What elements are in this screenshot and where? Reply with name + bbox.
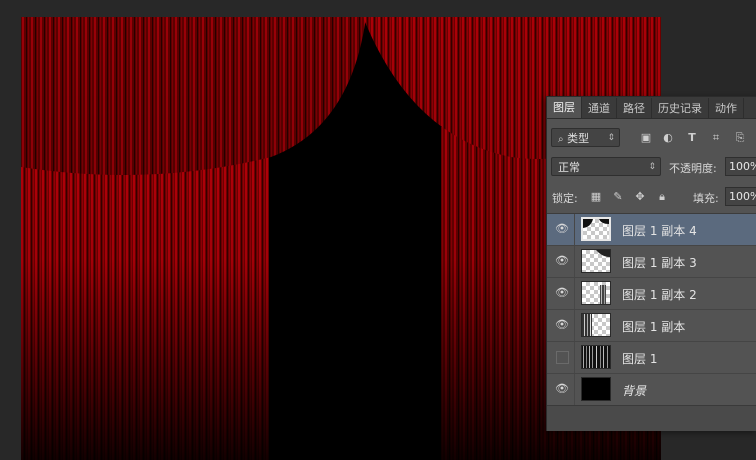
- lock-all-icon[interactable]: 🔒︎: [655, 190, 669, 204]
- layer-thumbnail: [581, 249, 611, 273]
- lock-row: 锁定: ▦ ✎ ✥ 🔒︎ 填充: 100%: [547, 187, 756, 209]
- tab-actions[interactable]: 动作: [709, 98, 744, 118]
- layer-filter-select[interactable]: ⌕ 类型 ⇕: [551, 128, 620, 147]
- type-filter-icon[interactable]: T: [685, 131, 699, 145]
- layer-thumbnail: [581, 281, 611, 305]
- lock-transparent-icon[interactable]: ▦: [589, 190, 603, 204]
- layers-panel: 图层 通道 路径 历史记录 动作 ⌕ 类型 ⇕ ▣ ◐ T ⌗ ⎘ 正常 ⇕ 不…: [546, 96, 756, 431]
- tab-history[interactable]: 历史记录: [652, 98, 709, 118]
- layer-name[interactable]: 图层 1 副本 2: [622, 286, 697, 303]
- eye-icon[interactable]: 👁︎: [555, 286, 569, 300]
- layer-row[interactable]: 图层 1: [547, 342, 756, 374]
- layer-name[interactable]: 图层 1 副本 4: [622, 222, 697, 239]
- image-filter-icon[interactable]: ▣: [639, 131, 653, 145]
- opacity-label: 不透明度:: [669, 162, 717, 175]
- tab-paths[interactable]: 路径: [617, 98, 652, 118]
- filter-value: 类型: [567, 132, 590, 145]
- shape-filter-icon[interactable]: ⌗: [709, 131, 723, 145]
- blend-mode-select[interactable]: 正常 ⇕: [551, 157, 661, 176]
- lock-label: 锁定:: [552, 192, 578, 205]
- layer-thumbnail: [581, 217, 611, 241]
- filter-row: ⌕ 类型 ⇕ ▣ ◐ T ⌗ ⎘: [547, 128, 756, 150]
- lock-position-icon[interactable]: ✥: [633, 190, 647, 204]
- layer-thumbnail: [581, 377, 611, 401]
- eye-icon[interactable]: 👁︎: [555, 318, 569, 332]
- layer-thumbnail: [581, 313, 611, 337]
- layer-row[interactable]: 👁︎ 图层 1 副本 4: [547, 214, 756, 246]
- opacity-input[interactable]: 100%: [725, 157, 756, 176]
- layer-list: 👁︎ 图层 1 副本 4 👁︎ 图层 1 副本 3 👁︎ 图层 1 副本 2 👁: [547, 213, 756, 406]
- fill-label: 填充:: [693, 192, 719, 205]
- panel-footer: [547, 405, 756, 431]
- layer-row[interactable]: 👁︎ 图层 1 副本 3: [547, 246, 756, 278]
- chevron-updown-icon: ⇕: [648, 162, 656, 172]
- smart-object-filter-icon[interactable]: ⎘: [733, 131, 747, 145]
- blend-row: 正常 ⇕ 不透明度: 100%: [547, 157, 756, 179]
- layer-row[interactable]: 👁︎ 图层 1 副本 2: [547, 278, 756, 310]
- adjustment-filter-icon[interactable]: ◐: [661, 131, 675, 145]
- tab-layers[interactable]: 图层: [547, 97, 582, 118]
- search-icon: ⌕: [558, 134, 564, 145]
- layer-row[interactable]: 👁︎ 图层 1 副本: [547, 310, 756, 342]
- eye-icon[interactable]: 👁︎: [555, 382, 569, 396]
- eye-icon[interactable]: 👁︎: [555, 254, 569, 268]
- blend-mode-value: 正常: [558, 161, 580, 174]
- layer-name[interactable]: 背景: [622, 382, 646, 399]
- chevron-updown-icon: ⇕: [607, 133, 615, 143]
- layer-name[interactable]: 图层 1 副本 3: [622, 254, 697, 271]
- layer-name[interactable]: 图层 1 副本: [622, 318, 685, 335]
- panel-tabs: 图层 通道 路径 历史记录 动作: [547, 97, 756, 119]
- fill-input[interactable]: 100%: [725, 187, 756, 206]
- visibility-off-box[interactable]: [556, 351, 569, 364]
- eye-icon[interactable]: 👁︎: [555, 222, 569, 236]
- lock-paint-icon[interactable]: ✎: [611, 190, 625, 204]
- layer-name[interactable]: 图层 1: [622, 350, 657, 367]
- tab-channels[interactable]: 通道: [582, 98, 617, 118]
- layer-thumbnail: [581, 345, 611, 369]
- layer-row[interactable]: 👁︎ 背景: [547, 374, 756, 406]
